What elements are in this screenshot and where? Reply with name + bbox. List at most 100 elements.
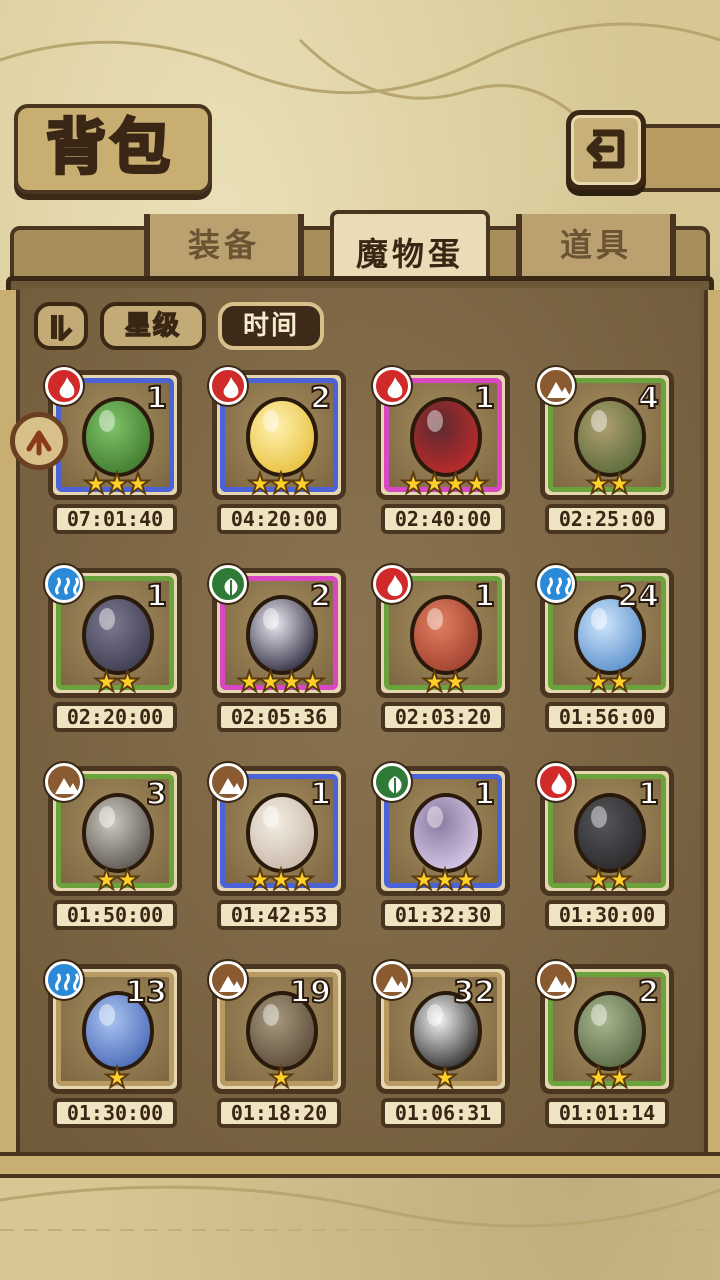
egg-count: 1 [637,776,660,813]
back-rail [640,124,720,192]
egg-count: 1 [145,380,168,417]
panel-frame-right [704,290,720,1160]
star-rating: ★★ [93,665,141,698]
tab-monster-egg[interactable]: 魔物蛋 [330,210,490,284]
fire-icon [387,575,403,597]
hatch-timer: 02:25:00 [545,504,669,534]
star-rating: ★ [267,1061,294,1094]
tab-equipment[interactable]: 装备 [144,214,304,276]
hatch-timer: 01:50:00 [53,900,177,930]
earth-icon [547,382,571,398]
egg-count: 4 [637,380,660,417]
star-rating: ★★★★ [236,665,326,698]
wood-element-badge [209,565,247,603]
egg-card[interactable]: 1 ★★ [537,763,674,896]
earth-icon [55,778,79,794]
water-element-badge [45,565,83,603]
wood-icon [222,575,240,599]
hatch-timer: 02:20:00 [53,702,177,732]
water-icon [55,973,79,991]
page-title: 背包 [45,112,174,185]
egg-card[interactable]: 2 ★★★★ [209,565,346,698]
star-rating: ★★★ [246,467,315,500]
earth-element-badge [537,367,575,405]
fire-icon [387,377,403,399]
hatch-timer: 02:03:20 [381,702,505,732]
egg-count: 3 [145,776,168,813]
egg-card[interactable]: 1 ★★ [45,565,182,698]
panel-frame-bottom [0,1152,720,1178]
star-rating: ★★ [585,665,633,698]
earth-element-badge [209,763,247,801]
scroll-up-icon [26,430,52,456]
star-rating: ★★★★ [400,467,490,500]
egg-card[interactable]: 2 ★★ [537,961,674,1094]
star-rating: ★★ [585,1061,633,1094]
egg-card[interactable]: 1 ★★★ [209,763,346,896]
return-arrow-icon [586,129,625,169]
hatch-timer: 01:30:00 [545,900,669,930]
hatch-timer: 01:42:53 [217,900,341,930]
earth-icon [547,976,571,992]
star-rating: ★★★ [410,863,479,896]
tab-items[interactable]: 道具 [516,214,676,276]
egg-count: 2 [309,578,332,615]
egg-count: 1 [473,380,496,417]
egg-card[interactable]: 13 ★ [45,961,182,1094]
water-element-badge [45,961,83,999]
hatch-timer: 01:06:31 [381,1098,505,1128]
earth-element-badge [373,961,411,999]
star-rating: ★★ [93,863,141,896]
egg-count: 2 [309,380,332,417]
egg-count: 1 [309,776,332,813]
fire-icon [551,773,567,795]
hatch-timer: 04:20:00 [217,504,341,534]
egg-card[interactable]: 1 ★★★ [373,763,510,896]
water-icon [547,577,571,595]
earth-icon [219,778,243,794]
star-rating: ★★★ [246,863,315,896]
fire-icon [59,377,75,399]
back-button[interactable] [566,110,646,190]
egg-count: 2 [637,974,660,1011]
water-icon [55,577,79,595]
egg-count: 1 [473,776,496,813]
egg-card[interactable]: 1 ★★★★ [373,367,510,500]
wood-element-badge [373,763,411,801]
fire-icon [223,377,239,399]
egg-card[interactable]: 19 ★ [209,961,346,1094]
egg-count: 13 [124,974,168,1011]
egg-count: 24 [616,578,660,615]
fire-element-badge [209,367,247,405]
earth-icon [219,976,243,992]
sort-by-time-button[interactable]: 时间 [218,302,324,350]
egg-card[interactable]: 1 ★★★ [45,367,182,500]
earth-icon [383,976,407,992]
hatch-timer: 07:01:40 [53,504,177,534]
sort-order-toggle[interactable] [34,302,88,350]
sort-order-icon [51,315,73,341]
hatch-timer: 01:30:00 [53,1098,177,1128]
egg-count: 1 [145,578,168,615]
fire-element-badge [373,367,411,405]
egg-card[interactable]: 32 ★ [373,961,510,1094]
egg-count: 32 [452,974,496,1011]
hatch-timer: 02:40:00 [381,504,505,534]
sort-by-star-button[interactable]: 星级 [100,302,206,350]
earth-element-badge [209,961,247,999]
hatch-timer: 01:32:30 [381,900,505,930]
star-rating: ★ [431,1061,458,1094]
fire-element-badge [537,763,575,801]
egg-card[interactable]: 3 ★★ [45,763,182,896]
egg-card[interactable]: 2 ★★★ [209,367,346,500]
egg-card[interactable]: 1 ★★ [373,565,510,698]
egg-card[interactable]: 4 ★★ [537,367,674,500]
wood-icon [386,773,404,797]
star-rating: ★★★ [82,467,151,500]
scroll-up-button[interactable] [10,412,68,470]
egg-count: 1 [473,578,496,615]
egg-card[interactable]: 24 ★★ [537,565,674,698]
fire-element-badge [373,565,411,603]
earth-element-badge [537,961,575,999]
star-rating: ★★ [585,467,633,500]
